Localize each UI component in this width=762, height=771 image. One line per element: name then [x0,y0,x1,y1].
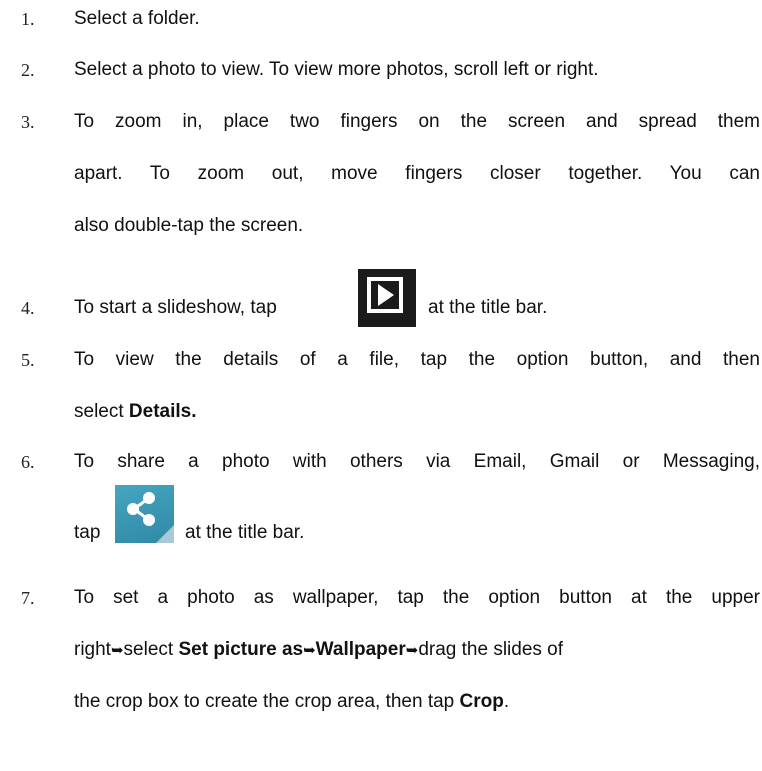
step-text-line: the crop box to create the crop area, th… [74,691,509,713]
text-fragment: right [74,639,111,660]
set-picture-as-label: Set picture as [178,639,304,660]
text-fragment: drag the slides of [418,639,564,660]
step-text: Select a photo to view. To view more pho… [74,59,599,80]
step-number: 6. [21,452,35,472]
text-fragment: the crop box to create the crop area, th… [74,691,455,712]
arrow-icon: ➥ [303,641,316,659]
share-icon [115,485,174,543]
step-text-line: apart. To zoom out, move fingers closer … [74,163,760,184]
text-fragment: select [123,639,174,660]
step-text-line: also double-tap the screen. [74,215,304,236]
step-text-line: To zoom in, place two fingers on the scr… [74,111,760,132]
step-text: tap [74,522,101,543]
step-number: 1. [21,9,35,29]
arrow-icon: ➥ [405,641,419,659]
step-text: at the title bar. [185,522,305,543]
wallpaper-label: Wallpaper [315,639,406,660]
step-text: Select a folder. [74,8,200,29]
play-slideshow-icon [358,269,416,327]
step-number: 3. [21,112,35,132]
details-label: Details. [128,401,197,422]
step-number: 4. [21,298,35,318]
step-text: To start a slideshow, tap [74,297,277,318]
crop-label: Crop [459,691,504,712]
step-number: 5. [21,350,35,370]
arrow-icon: ➥ [110,641,124,659]
text-fragment: select [74,401,124,422]
step-text-line: select Details. [74,401,197,423]
text-fragment: . [503,691,510,712]
step-text-line: To share a photo with others via Email, … [74,451,760,472]
step-number: 7. [21,588,35,608]
step-text-line: To set a photo as wallpaper, tap the opt… [74,587,760,608]
step-text-line: right➥select Set picture as➥Wallpaper➥dr… [74,639,563,661]
step-number: 2. [21,60,35,80]
step-text-line: To view the details of a file, tap the o… [74,349,760,370]
step-text: at the title bar. [428,297,548,318]
